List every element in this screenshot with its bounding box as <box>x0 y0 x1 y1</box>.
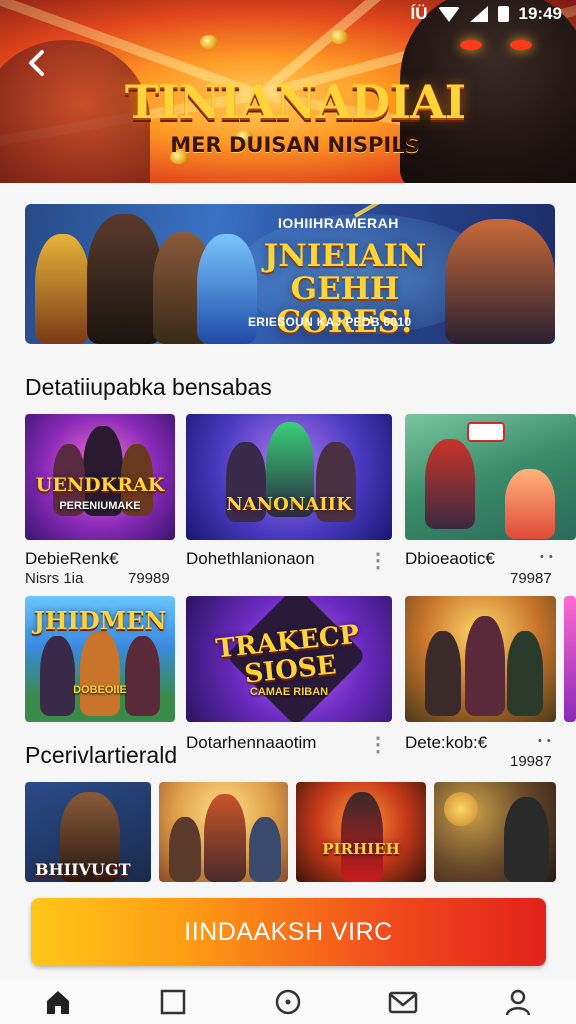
game-badge: NANONAIIK <box>226 494 352 515</box>
more-options-icon[interactable]: • • <box>540 551 554 563</box>
game-character <box>204 794 246 882</box>
game-character <box>425 439 475 529</box>
villain-eye <box>510 40 532 50</box>
nav-profile[interactable] <box>498 982 538 1022</box>
signal-icon <box>469 6 488 22</box>
game-character <box>40 636 75 716</box>
more-options-icon[interactable]: • • <box>538 735 552 747</box>
game-character <box>425 631 461 716</box>
circle-dot-icon <box>275 989 301 1015</box>
game-character <box>505 469 555 539</box>
game-count: 79989 <box>128 570 170 587</box>
square-icon <box>160 989 186 1015</box>
nav-inbox[interactable] <box>383 982 423 1022</box>
game-character <box>507 631 543 716</box>
game-name: Dete:kob:€ <box>405 733 488 752</box>
speech-bubble <box>467 422 505 442</box>
game-tile[interactable]: TRAKECP SIOSE CAMAE RIBAN <box>186 596 392 722</box>
home-icon <box>46 991 69 1014</box>
status-left-glyph: ÍÜ <box>410 4 428 23</box>
game-name: DebieRenk€ <box>25 549 119 568</box>
game-character <box>465 616 505 716</box>
bottom-nav <box>0 980 576 1024</box>
game-sub-badge: DOBEOIIE <box>73 684 127 696</box>
nav-library[interactable] <box>153 982 193 1022</box>
coin-decoration <box>330 30 348 44</box>
game-sub-badge: PERENIUMAKE <box>59 500 141 512</box>
nav-discover[interactable] <box>268 982 308 1022</box>
coin-decoration <box>200 35 218 49</box>
game-tile[interactable] <box>159 782 288 882</box>
coin-decoration <box>444 792 478 826</box>
wifi-icon <box>437 6 460 22</box>
game-character <box>504 797 549 882</box>
game-character <box>80 631 120 716</box>
promo-kicker: IOHIIHRAMERAH <box>278 215 399 231</box>
back-button[interactable] <box>22 48 56 82</box>
game-tile-partial[interactable] <box>564 596 576 722</box>
game-meta: Nisrs 1ia <box>25 570 84 587</box>
villain-eye <box>460 40 482 50</box>
more-options-icon[interactable]: ⋮ <box>368 551 388 583</box>
game-tile[interactable]: NANONAIIK <box>186 414 392 540</box>
promo-character <box>87 214 162 344</box>
game-badge: TRAKECP SIOSE <box>214 619 361 690</box>
game-character <box>169 817 201 882</box>
game-name: Dohethlanionaon <box>186 549 315 568</box>
promo-footer: ERIESOUN KAJ PEDB 0010 <box>248 315 412 329</box>
back-arrow-icon <box>29 50 44 76</box>
game-badge: BHIIVUGT <box>35 860 131 879</box>
primary-cta-button[interactable]: IINDAAKSH VIRC <box>31 898 546 966</box>
profile-icon <box>506 989 531 1016</box>
promo-headline-line1: JNIEIAIN GEHH <box>263 238 427 307</box>
game-badge: PIRHIEH <box>322 840 400 858</box>
game-count: 79987 <box>510 570 552 587</box>
more-options-icon[interactable]: ⋮ <box>368 735 388 767</box>
game-tile[interactable]: JHIDMEN DOBEOIIE <box>25 596 175 722</box>
game-tile[interactable] <box>405 414 576 540</box>
game-character <box>249 817 281 882</box>
promo-character <box>35 234 90 344</box>
section-title: Pcerivlartierald <box>25 742 178 768</box>
game-name: Dotarhennaaotim <box>186 733 317 752</box>
mail-icon <box>388 991 418 1014</box>
hero-title: TINIANADIAI <box>124 75 466 129</box>
game-tile[interactable]: UENDKRAK PERENIUMAKE <box>25 414 175 540</box>
game-tile[interactable] <box>405 596 556 722</box>
game-name: Dbioeaotic€ <box>405 549 495 568</box>
game-tile[interactable] <box>434 782 556 882</box>
game-character <box>125 636 160 716</box>
nav-home[interactable] <box>38 982 78 1022</box>
game-badge: JHIDMEN <box>33 606 167 635</box>
status-time: 19:49 <box>518 4 562 23</box>
game-sub-badge: CAMAE RIBAN <box>249 686 329 698</box>
promo-character <box>445 219 555 344</box>
game-count: 19987 <box>510 753 552 770</box>
game-character <box>341 792 383 882</box>
battery-icon <box>497 6 509 22</box>
game-tile[interactable]: BHIIVUGT <box>25 782 151 882</box>
game-badge: UENDKRAK <box>35 474 165 496</box>
game-tile[interactable]: PIRHIEH <box>296 782 426 882</box>
status-bar: ÍÜ 19:49 <box>0 0 576 28</box>
section-title: Detatiiupabka bensabas <box>25 374 272 400</box>
hero-subtitle: MER DUISAN NISPILS <box>170 133 420 157</box>
